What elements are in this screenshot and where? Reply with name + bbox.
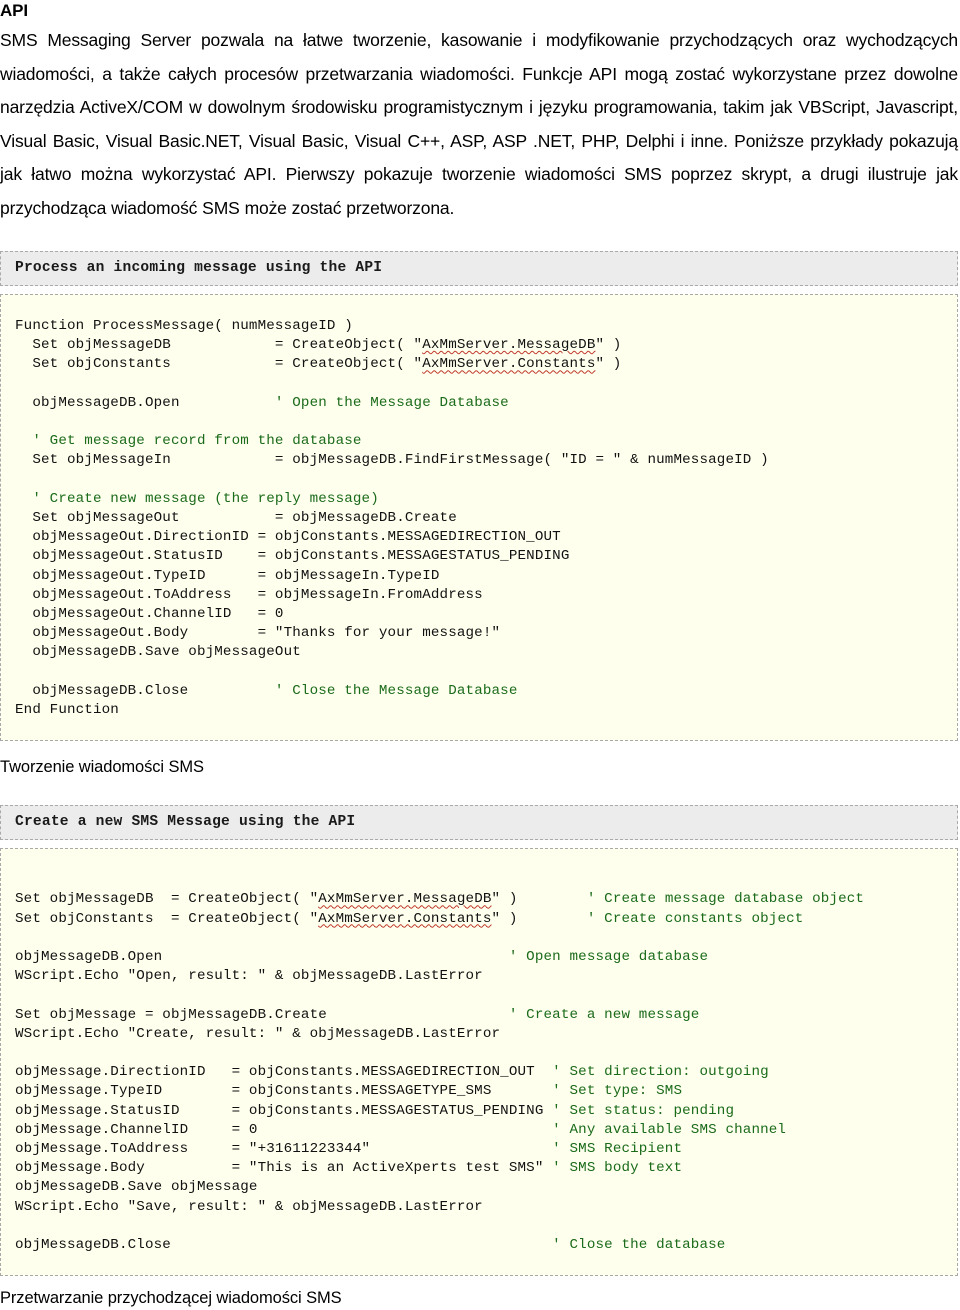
code-line: WScript.Echo "Save, result: " & objMessa… (15, 1198, 483, 1215)
code-line: WScript.Echo "Create, result: " & objMes… (15, 1025, 501, 1042)
intro-paragraph: SMS Messaging Server pozwala na łatwe tw… (0, 30, 958, 218)
document-page: API SMS Messaging Server pozwala na łatw… (0, 0, 960, 1310)
spellcheck-underlined-token: AxMmServer.MessageDB (422, 337, 596, 354)
code-line: objMessage.StatusID = objConstants.MESSA… (15, 1102, 735, 1119)
code-sample-two-caption: Przetwarzanie przychodzącej wiadomości S… (0, 1289, 342, 1308)
code-line: objMessageDB.Save objMessageOut (15, 644, 301, 661)
code-line: Set objMessageIn = objMessageDB.FindFirs… (15, 452, 769, 469)
code-sample-two-body[interactable]: Set objMessageDB = CreateObject( "AxMmSe… (0, 848, 958, 1277)
code-line: objMessageOut.Body = "Thanks for your me… (15, 625, 501, 642)
code-comment: ' Get message record from the database (32, 433, 362, 450)
code-line: WScript.Echo "Open, result: " & objMessa… (15, 968, 483, 985)
spellcheck-underlined-token: AxMmServer.Constants (318, 910, 492, 927)
code-line: objMessageOut.DirectionID = objConstants… (15, 529, 561, 546)
code-comment: ' SMS body text (552, 1160, 683, 1177)
code-line: Function ProcessMessage( numMessageID ) (15, 318, 353, 334)
code-comment: ' Set type: SMS (552, 1083, 683, 1100)
code-line: objMessageDB.Close ' Close the Message D… (15, 682, 518, 699)
code-line: Set objMessageOut = objMessageDB.Create (15, 509, 457, 526)
code-comment: ' Open message database (508, 948, 709, 965)
code-comment: ' Create constants object (586, 910, 804, 927)
code-line: Set objConstants = CreateObject( "AxMmSe… (15, 910, 804, 927)
code-comment: ' Create new message (the reply message) (32, 490, 379, 507)
code-line: End Function (15, 702, 119, 718)
code-comment: ' Create message database object (586, 891, 865, 908)
code-sample-one-header: Process an incoming message using the AP… (0, 251, 958, 286)
code-comment: ' Close the database (552, 1236, 726, 1253)
page-title: API (0, 1, 29, 20)
code-line: objMessageDB.Close ' Close the database (15, 1236, 726, 1253)
spellcheck-underlined-token: AxMmServer.Constants (422, 356, 596, 373)
code-line: objMessageOut.TypeID = objMessageIn.Type… (15, 567, 440, 584)
code-line: objMessageOut.ChannelID = 0 (15, 606, 284, 622)
code-line: Set objConstants = CreateObject( "AxMmSe… (15, 356, 622, 373)
code-line: objMessage.DirectionID = objConstants.ME… (15, 1064, 769, 1081)
code-comment: ' Open the Message Database (274, 394, 509, 411)
code-line: Set objMessage = objMessageDB.Create ' C… (15, 1006, 700, 1023)
code-line: objMessageDB.Open ' Open the Message Dat… (15, 394, 509, 411)
code-comment: ' Set direction: outgoing (552, 1064, 769, 1081)
code-sample-one-body[interactable]: Function ProcessMessage( numMessageID ) … (0, 294, 958, 742)
code-line: Set objMessageDB = CreateObject( "AxMmSe… (15, 891, 865, 908)
code-line: objMessage.Body = "This is an ActiveXper… (15, 1160, 683, 1177)
code-line: objMessage.ChannelID = 0 ' Any available… (15, 1121, 787, 1138)
code-line: objMessageOut.ToAddress = objMessageIn.F… (15, 586, 483, 603)
code-line: ' Create new message (the reply message) (15, 490, 957, 509)
code-comment: ' Create a new message (508, 1006, 700, 1023)
code-comment: ' Close the Message Database (274, 682, 518, 699)
code-comment: ' Any available SMS channel (552, 1121, 787, 1138)
code-line: objMessage.TypeID = objConstants.MESSAGE… (15, 1083, 683, 1100)
code-sample-one: Process an incoming message using the AP… (0, 251, 958, 742)
code-line: objMessageDB.Save objMessage (15, 1179, 258, 1196)
code-comment: ' Set status: pending (552, 1102, 735, 1119)
code-line: objMessageDB.Open ' Open message databas… (15, 948, 709, 965)
code-line: objMessageOut.StatusID = objConstants.ME… (15, 548, 570, 565)
spellcheck-underlined-token: AxMmServer.MessageDB (318, 891, 492, 908)
code-line: objMessage.ToAddress = "+31611223344" ' … (15, 1140, 683, 1157)
code-line: ' Get message record from the database (15, 432, 957, 451)
code-sample-two-header: Create a new SMS Message using the API (0, 805, 958, 841)
code-sample-two: Create a new SMS Message using the API S… (0, 805, 958, 1277)
code-sample-one-caption: Tworzenie wiadomości SMS (0, 758, 204, 777)
code-line: Set objMessageDB = CreateObject( "AxMmSe… (15, 337, 622, 354)
code-comment: ' SMS Recipient (552, 1140, 683, 1157)
